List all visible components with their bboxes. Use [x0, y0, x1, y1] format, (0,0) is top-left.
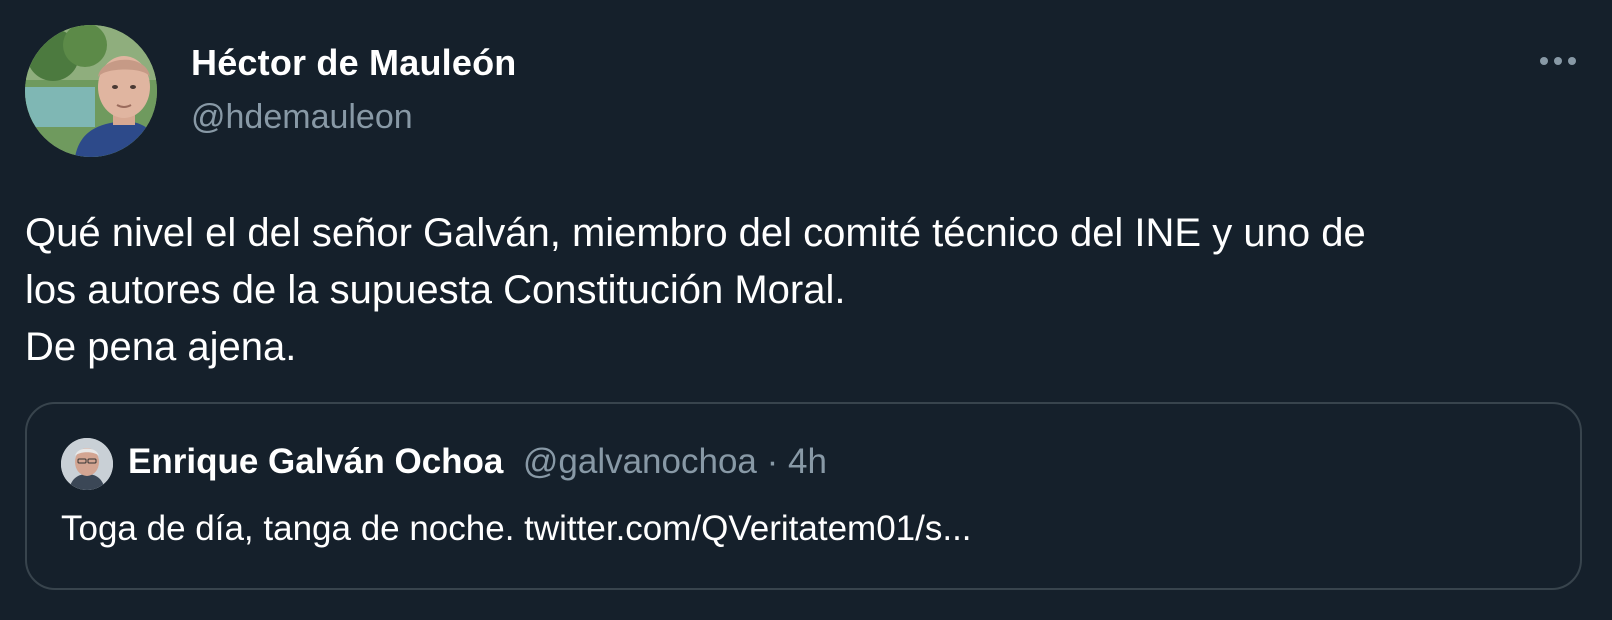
quoted-tweet-text: Toga de día, tanga de noche. twitter.com… [61, 509, 972, 548]
tweet-text-line: Qué nivel el del señor Galván, miembro d… [25, 211, 1366, 255]
quoted-timestamp[interactable]: 4h [788, 442, 827, 481]
quoted-avatar-image [61, 438, 113, 490]
quoted-author-name[interactable]: Enrique Galván Ochoa [128, 442, 503, 481]
tweet-text: Qué nivel el del señor Galván, miembro d… [25, 205, 1590, 376]
tweet-text-line: De pena ajena. [25, 325, 297, 369]
author-name[interactable]: Héctor de Mauleón [191, 42, 516, 84]
more-horizontal-icon[interactable] [1536, 46, 1580, 76]
tweet-card[interactable]: Héctor de Mauleón @hdemauleon Qué nivel … [0, 0, 1612, 620]
quoted-avatar [61, 438, 113, 490]
quoted-handle-text: @galvanochoa [522, 442, 757, 481]
author-avatar[interactable] [25, 25, 157, 157]
quoted-tweet[interactable]: Enrique Galván Ochoa @galvanochoa · 4h T… [25, 402, 1582, 590]
author-avatar-image [25, 25, 157, 157]
quoted-author-handle[interactable]: @galvanochoa [513, 442, 757, 481]
tweet-text-line: los autores de la supuesta Constitución … [25, 268, 846, 312]
quoted-header: Enrique Galván Ochoa @galvanochoa · 4h [128, 442, 827, 482]
quoted-separator: · [756, 442, 788, 481]
author-handle[interactable]: @hdemauleon [191, 98, 413, 137]
